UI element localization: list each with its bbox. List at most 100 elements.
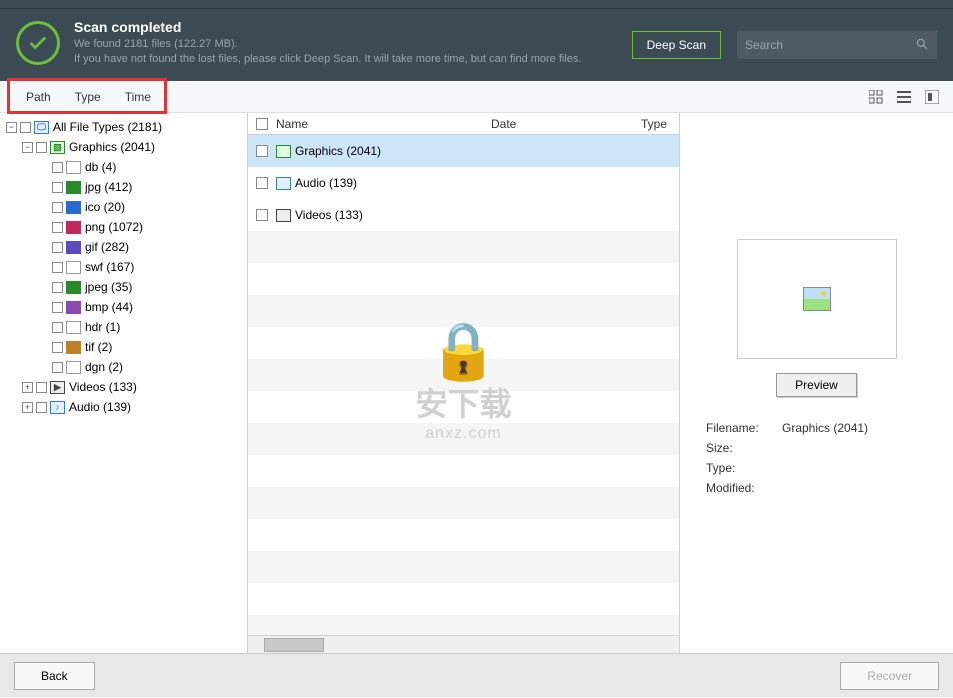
col-name[interactable]: Name [272, 117, 491, 131]
tab-time[interactable]: Time [113, 90, 163, 104]
filetype-icon [276, 209, 291, 222]
list-row-empty [248, 583, 679, 615]
expand-icon[interactable]: + [22, 382, 33, 393]
meta-type-label: Type: [706, 459, 780, 477]
scan-header: Scan completed We found 2181 files (122.… [0, 9, 953, 81]
tree-label: swf (167) [85, 260, 134, 274]
list-row-empty [248, 519, 679, 551]
filetype-icon [66, 261, 81, 274]
tree-item[interactable]: bmp (44) [0, 297, 247, 317]
list-row-empty [248, 423, 679, 455]
success-check-icon [16, 21, 60, 65]
filetype-icon [66, 281, 81, 294]
preview-box [737, 239, 897, 359]
list-header: Name Date Type [248, 113, 679, 135]
tree-label: tif (2) [85, 340, 112, 354]
monitor-icon: 🖵 [34, 121, 49, 134]
tree-checkbox[interactable] [52, 202, 63, 213]
tree-item[interactable]: swf (167) [0, 257, 247, 277]
tree-checkbox[interactable] [20, 122, 31, 133]
filetype-icon [66, 241, 81, 254]
recover-button[interactable]: Recover [840, 662, 939, 690]
tree-item[interactable]: ico (20) [0, 197, 247, 217]
tab-path[interactable]: Path [14, 90, 63, 104]
footer: Back Recover [0, 653, 953, 697]
tree-item[interactable]: dgn (2) [0, 357, 247, 377]
search-icon [915, 37, 929, 54]
row-label: Graphics (2041) [295, 144, 381, 158]
tree-videos[interactable]: + ▶ Videos (133) [0, 377, 247, 397]
scan-title: Scan completed [74, 19, 632, 35]
meta-filename-label: Filename: [706, 419, 780, 437]
expand-icon[interactable]: + [22, 402, 33, 413]
horizontal-scrollbar[interactable] [248, 635, 679, 653]
tree-item[interactable]: db (4) [0, 157, 247, 177]
tree-audio[interactable]: + ♪ Audio (139) [0, 397, 247, 417]
tree-checkbox[interactable] [52, 182, 63, 193]
preview-panel: Preview Filename:Graphics (2041) Size: T… [680, 113, 953, 653]
list-row-empty [248, 487, 679, 519]
col-type[interactable]: Type [641, 117, 679, 131]
tree-label: Videos (133) [69, 380, 137, 394]
tree-item[interactable]: hdr (1) [0, 317, 247, 337]
tree-item[interactable]: jpg (412) [0, 177, 247, 197]
tree-label: Audio (139) [69, 400, 131, 414]
tree-checkbox[interactable] [52, 362, 63, 373]
list-row[interactable]: Audio (139) [248, 167, 679, 199]
tree-checkbox[interactable] [52, 282, 63, 293]
tree-item[interactable]: tif (2) [0, 337, 247, 357]
tree-label: gif (282) [85, 240, 129, 254]
tree-checkbox[interactable] [52, 302, 63, 313]
tree-checkbox[interactable] [36, 382, 47, 393]
list-row-empty [248, 551, 679, 583]
collapse-icon[interactable]: − [6, 122, 17, 133]
list-row-empty [248, 231, 679, 263]
back-button[interactable]: Back [14, 662, 95, 690]
search-box[interactable] [737, 31, 937, 59]
deep-scan-button[interactable]: Deep Scan [632, 31, 721, 59]
search-input[interactable] [745, 38, 915, 52]
list-row[interactable]: Graphics (2041) [248, 135, 679, 167]
col-date[interactable]: Date [491, 117, 641, 131]
tree-item[interactable]: png (1072) [0, 217, 247, 237]
scan-count: We found 2181 files (122.27 MB). [74, 37, 632, 52]
image-icon: ▧ [50, 141, 65, 154]
collapse-icon[interactable]: − [22, 142, 33, 153]
filetype-icon [66, 221, 81, 234]
tab-type[interactable]: Type [63, 90, 113, 104]
filetype-icon [66, 321, 81, 334]
row-checkbox[interactable] [256, 209, 268, 221]
tree-graphics[interactable]: − ▧ Graphics (2041) [0, 137, 247, 157]
filetype-icon [276, 145, 291, 158]
meta-modified-label: Modified: [706, 479, 780, 497]
preview-button[interactable]: Preview [776, 373, 857, 397]
row-checkbox[interactable] [256, 177, 268, 189]
tree-label: All File Types (2181) [53, 120, 162, 134]
image-placeholder-icon [803, 287, 831, 311]
view-detail-icon[interactable] [925, 90, 939, 104]
tree-checkbox[interactable] [52, 322, 63, 333]
scroll-thumb[interactable] [264, 638, 324, 652]
tree-checkbox[interactable] [36, 402, 47, 413]
tree-checkbox[interactable] [36, 142, 47, 153]
tree-item[interactable]: jpeg (35) [0, 277, 247, 297]
tree-checkbox[interactable] [52, 342, 63, 353]
tree-checkbox[interactable] [52, 222, 63, 233]
view-tabs: Path Type Time [0, 81, 953, 113]
tree-checkbox[interactable] [52, 162, 63, 173]
tree-root[interactable]: − 🖵 All File Types (2181) [0, 117, 247, 137]
tree-item[interactable]: gif (282) [0, 237, 247, 257]
tree-label: jpeg (35) [85, 280, 132, 294]
row-label: Videos (133) [295, 208, 363, 222]
row-checkbox[interactable] [256, 145, 268, 157]
list-row[interactable]: Videos (133) [248, 199, 679, 231]
tree-checkbox[interactable] [52, 262, 63, 273]
tree-label: db (4) [85, 160, 116, 174]
select-all-checkbox[interactable] [256, 118, 268, 130]
view-grid-icon[interactable] [869, 90, 883, 104]
tree-checkbox[interactable] [52, 242, 63, 253]
view-list-icon[interactable] [897, 90, 911, 104]
filetype-icon [66, 181, 81, 194]
file-list: Name Date Type Graphics (2041) Audio (139… [248, 113, 680, 653]
video-icon: ▶ [50, 381, 65, 394]
